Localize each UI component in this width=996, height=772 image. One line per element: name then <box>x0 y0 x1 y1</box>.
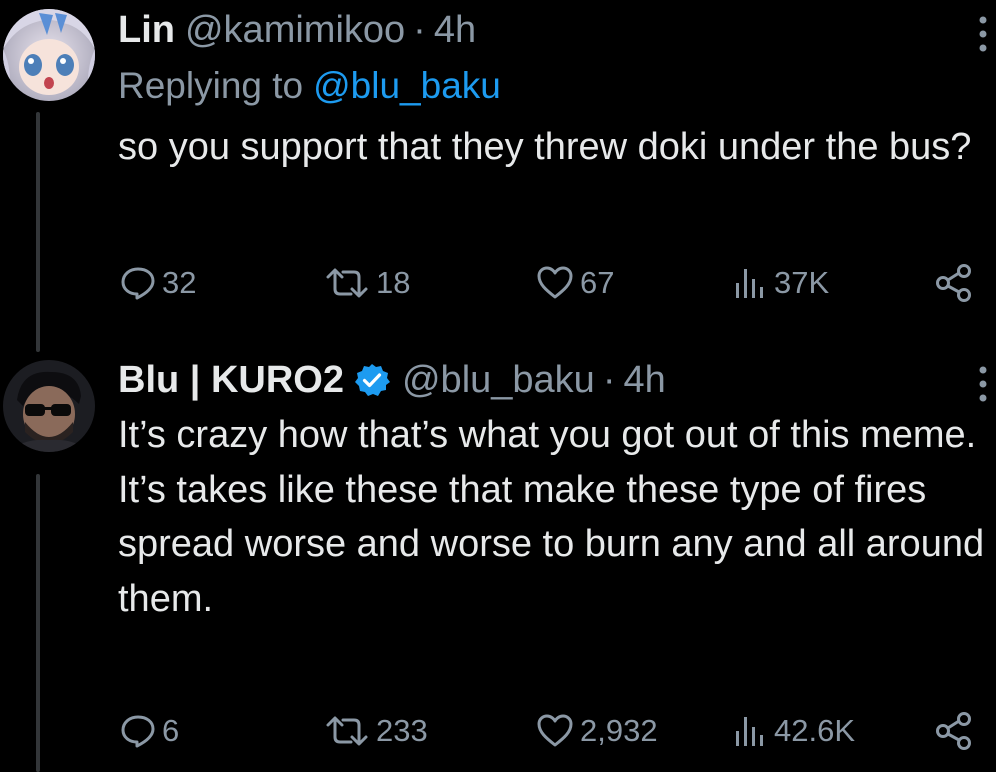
reply-bubble-icon <box>121 267 155 300</box>
retweet-count: 18 <box>376 265 411 300</box>
retweet-icon <box>326 268 368 298</box>
retweet-button[interactable]: 18 <box>324 258 410 308</box>
views-count: 42.6K <box>774 713 856 748</box>
like-button[interactable]: 67 <box>536 258 614 308</box>
separator-dot: · <box>602 359 616 401</box>
replying-to-mention[interactable]: @blu_baku <box>313 67 501 104</box>
views-button[interactable]: 42.6K <box>732 706 855 756</box>
separator-dot: · <box>413 9 426 51</box>
tweet-header: Lin @kamimikoo · 4h <box>118 0 986 60</box>
retweet-button[interactable]: 233 <box>324 706 428 756</box>
avatar[interactable] <box>3 360 95 452</box>
tweet-text: It’s crazy how that’s what you got out o… <box>118 408 988 626</box>
views-bar-chart-icon <box>736 269 763 298</box>
timestamp[interactable]: 4h <box>623 361 665 399</box>
views-button[interactable]: 37K <box>732 258 829 308</box>
replying-to-label: Replying to <box>118 64 304 106</box>
tweet-text-line: It’s crazy how that’s what you got out o… <box>118 414 977 456</box>
share-button[interactable] <box>934 258 974 308</box>
avatar[interactable] <box>3 9 95 101</box>
retweet-icon <box>326 716 368 746</box>
views-bar-chart-icon <box>736 717 763 746</box>
share-icon <box>936 712 971 750</box>
more-vertical-icon[interactable] <box>972 364 994 404</box>
replying-to: Replying to @blu_baku <box>118 60 986 110</box>
share-icon <box>936 264 971 302</box>
tweet-reply-lin[interactable]: Lin @kamimikoo · 4h Replying to @blu_bak… <box>0 0 996 340</box>
verified-badge-icon <box>354 364 390 396</box>
tweet-text: so you support that they threw doki unde… <box>118 126 972 168</box>
timestamp[interactable]: 4h <box>434 11 476 49</box>
author-handle[interactable]: @kamimikoo <box>185 11 405 49</box>
tweet-text-line: It’s takes like these that make these ty… <box>118 468 985 620</box>
reply-button[interactable]: 6 <box>120 706 179 756</box>
reply-count: 6 <box>162 713 180 748</box>
like-count: 2,932 <box>580 713 658 748</box>
tweet-reply-blu[interactable]: Blu | KURO2 @blu_baku · 4h It’s crazy ho… <box>0 350 996 772</box>
tweet-header: Blu | KURO2 @blu_baku · 4h <box>118 350 986 410</box>
author-name[interactable]: Lin <box>118 11 175 49</box>
author-handle[interactable]: @blu_baku <box>402 361 595 399</box>
more-vertical-icon[interactable] <box>972 14 994 54</box>
like-count: 67 <box>580 265 615 300</box>
author-name[interactable]: Blu | KURO2 <box>118 361 344 399</box>
share-button[interactable] <box>934 706 974 756</box>
reply-count: 32 <box>162 265 197 300</box>
tweet-actions: 32 18 67 37K <box>118 258 978 308</box>
like-button[interactable]: 2,932 <box>536 706 658 756</box>
views-count: 37K <box>774 265 830 300</box>
retweet-count: 233 <box>376 713 428 748</box>
tweet-actions: 6 233 2,932 42.6K <box>118 706 978 756</box>
heart-icon <box>537 714 573 747</box>
reply-button[interactable]: 32 <box>120 258 196 308</box>
heart-icon <box>537 266 573 299</box>
reply-bubble-icon <box>121 715 155 748</box>
